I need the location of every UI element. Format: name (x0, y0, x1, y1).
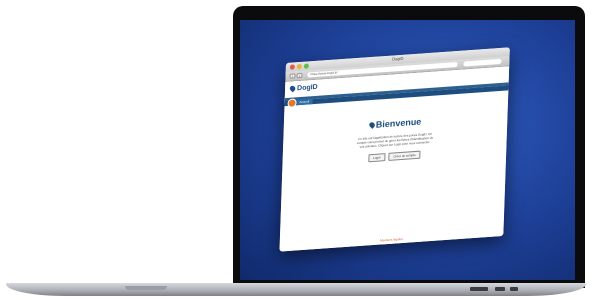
welcome-actions: Login Créer un compte (282, 145, 506, 169)
login-button[interactable]: Login (367, 153, 386, 163)
browser-window: DogID ‹ › https://www.dogid.fr/ DogID Ac… (279, 47, 510, 252)
location-pin-icon (288, 84, 297, 93)
hdmi-port (510, 287, 518, 291)
site-logo[interactable]: DogID (288, 84, 318, 93)
back-button[interactable]: ‹ (289, 73, 296, 79)
welcome-intro: Ce site est l'application de lecture des… (356, 131, 434, 149)
create-account-button[interactable]: Créer un compte (388, 150, 421, 161)
welcome-title: Bienvenue (283, 110, 507, 136)
thunderbolt-port (495, 287, 505, 291)
usb-port (470, 287, 488, 291)
laptop: DogID ‹ › https://www.dogid.fr/ DogID Ac… (0, 0, 592, 300)
forward-button[interactable]: › (296, 72, 303, 79)
laptop-opening-notch (125, 286, 167, 290)
browser-search-field[interactable] (463, 58, 502, 67)
web-page: DogID Accueil Bienvenue Ce site est l'ap… (279, 66, 510, 252)
